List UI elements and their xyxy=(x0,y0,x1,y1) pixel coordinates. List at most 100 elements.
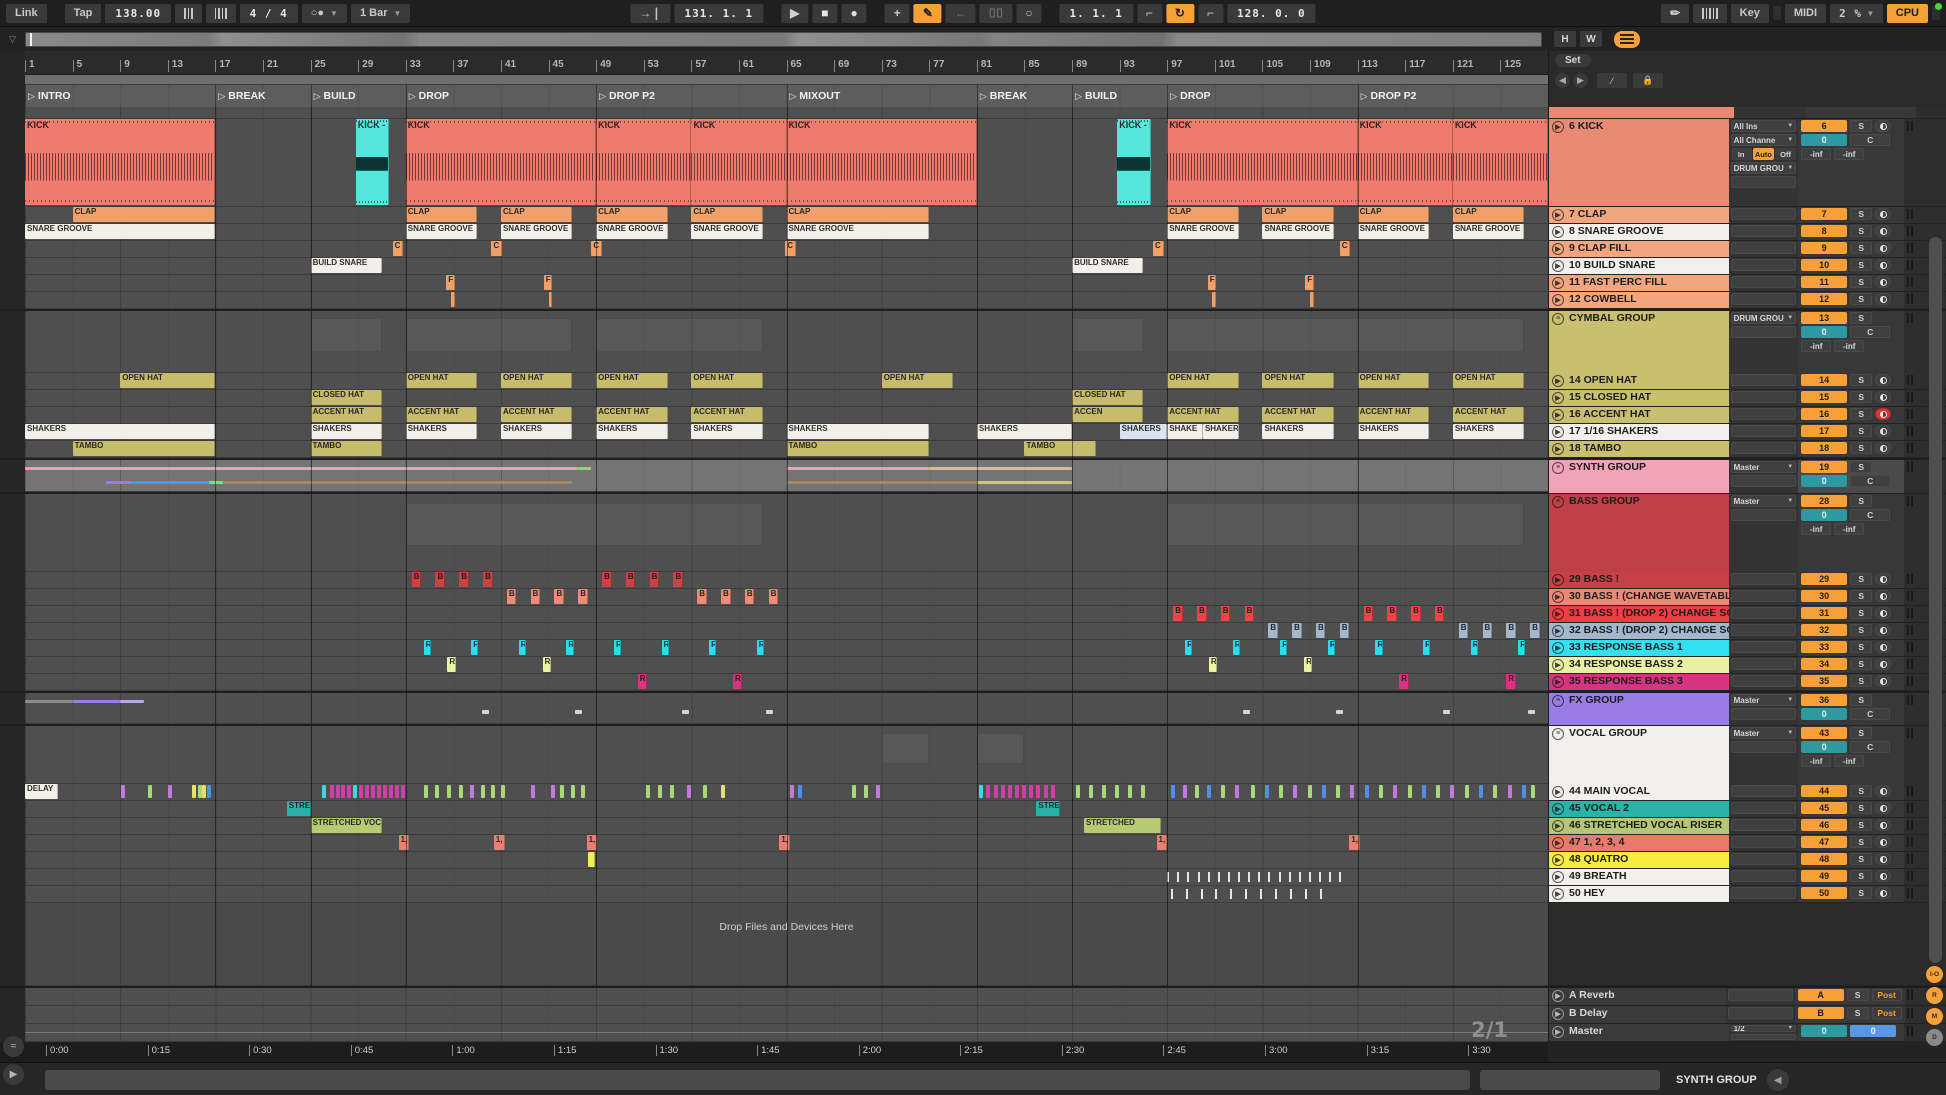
loop-length-field[interactable]: 128. 0. 0 xyxy=(1227,4,1316,23)
clip[interactable]: R xyxy=(1328,640,1335,655)
solo-button[interactable]: S xyxy=(1850,836,1872,848)
clip[interactable]: B xyxy=(745,589,755,604)
track-name[interactable]: ▶46 STRETCHED VOCAL RISER xyxy=(1549,818,1729,834)
track-play-icon[interactable]: ▶ xyxy=(1552,837,1564,849)
vocal-stripe-clip[interactable] xyxy=(481,785,485,798)
response-bass-1-lane[interactable]: RRRRRRRRRRRRRRRR xyxy=(25,640,1548,657)
solo-button[interactable]: S xyxy=(1850,853,1872,865)
clip[interactable]: SNARE GROOVE xyxy=(1262,224,1333,239)
vocal-stripe-clip[interactable] xyxy=(1102,785,1106,798)
solo-button[interactable]: S xyxy=(1850,208,1872,220)
mixer-section-toggle-i-o[interactable]: I-O xyxy=(1926,966,1943,983)
audio-tick-clip[interactable] xyxy=(1290,889,1292,899)
fast-perc-fill-lane[interactable]: FFFF xyxy=(25,275,1548,292)
clip[interactable]: R xyxy=(1423,640,1430,655)
solo-button[interactable]: S xyxy=(1850,259,1872,271)
clip[interactable]: SNARE GROOVE xyxy=(25,224,215,239)
audio-tick-clip[interactable] xyxy=(1228,872,1230,882)
solo-button[interactable]: S xyxy=(1850,802,1872,814)
vocal-stripe-clip[interactable] xyxy=(1044,785,1048,798)
vocal-stripe-clip[interactable] xyxy=(365,785,369,798)
return-badge[interactable]: B xyxy=(1798,1007,1844,1019)
clip[interactable]: CLAP xyxy=(1167,207,1238,222)
track-name[interactable]: ▶32 BASS ! (DROP 2) CHANGE SOU xyxy=(1549,623,1729,639)
clip[interactable]: OPEN HAT xyxy=(596,373,667,388)
solo-button[interactable]: S xyxy=(1850,573,1872,585)
track-activator-button[interactable] xyxy=(1875,785,1891,797)
track-activator-button[interactable] xyxy=(1875,836,1891,848)
track-number-badge[interactable]: 32 xyxy=(1801,624,1847,636)
response-bass-3-lane[interactable]: RRRR xyxy=(25,674,1548,691)
track-name[interactable]: ▶18 TAMBO xyxy=(1549,441,1729,457)
track-name[interactable]: ▶17 1/16 SHAKERS xyxy=(1549,424,1729,440)
meter-peak-value[interactable]: -inf xyxy=(1834,523,1864,535)
vocal-stripe-clip[interactable] xyxy=(1183,785,1187,798)
clip[interactable]: B xyxy=(1197,606,1207,621)
track-activator-button[interactable] xyxy=(1875,425,1891,437)
track-name[interactable]: ▶45 VOCAL 2 xyxy=(1549,801,1729,817)
track-activator-button[interactable] xyxy=(1875,590,1891,602)
bass-1-lane[interactable]: BBBBBBBB xyxy=(25,572,1548,589)
midi-map-button[interactable]: MIDI xyxy=(1785,4,1826,23)
synth-group-header[interactable]: ≡SYNTH GROUPMaster▼19S0C xyxy=(1548,460,1946,494)
vocal-stripe-clip[interactable] xyxy=(1493,785,1497,798)
clip[interactable]: SHAKERS xyxy=(977,424,1072,439)
volume-value[interactable]: -inf xyxy=(1801,340,1831,352)
bass-2-header[interactable]: ▶30 BASS ! (CHANGE WAVETABLE)30S xyxy=(1548,589,1946,606)
mini-dash-clip[interactable] xyxy=(575,710,582,714)
track-play-icon[interactable]: ▶ xyxy=(1552,854,1564,866)
audio-tick-clip[interactable] xyxy=(1186,889,1188,899)
solo-button[interactable]: S xyxy=(1850,675,1872,687)
pan-value[interactable]: 0 xyxy=(1801,741,1847,753)
clip[interactable]: R xyxy=(1399,674,1409,689)
clap-lane[interactable]: CLAPCLAPCLAPCLAPCLAPCLAPCLAPCLAPCLAPCLAP xyxy=(25,207,1548,224)
vocal-stripe-clip[interactable] xyxy=(852,785,856,798)
clip[interactable]: STRETCHED xyxy=(1084,818,1161,833)
track-number-badge[interactable]: 44 xyxy=(1801,785,1847,797)
link-button[interactable]: Link xyxy=(6,4,47,23)
volume-value[interactable]: -inf xyxy=(1801,523,1831,535)
breath-header[interactable]: ▶49 BREATH49S xyxy=(1548,869,1946,886)
vocal-stripe-clip[interactable] xyxy=(1465,785,1469,798)
meter-peak-value[interactable]: -inf xyxy=(1834,340,1864,352)
metronome-button[interactable]: ○●▼ xyxy=(302,4,347,23)
quatro-header[interactable]: ▶48 QUATRO48S xyxy=(1548,852,1946,869)
track-number-badge[interactable]: 19 xyxy=(1801,461,1847,473)
vocal-stripe-clip[interactable] xyxy=(1089,785,1093,798)
fx-group-lane[interactable] xyxy=(25,693,1548,724)
locator-marker[interactable]: ▷DROP xyxy=(1167,85,1210,107)
track-play-icon[interactable]: ▶ xyxy=(1552,121,1564,133)
record-button[interactable]: ● xyxy=(842,4,867,23)
clip[interactable] xyxy=(451,292,455,307)
track-activator-button[interactable] xyxy=(1875,242,1891,254)
clip[interactable]: R xyxy=(757,640,764,655)
vertical-scrollbar[interactable] xyxy=(1929,237,1942,963)
track-play-icon[interactable]: ▶ xyxy=(1552,990,1564,1002)
vocal-stripe-clip[interactable] xyxy=(1279,785,1283,798)
vocal-stripe-clip[interactable] xyxy=(1195,785,1199,798)
pan-center-button[interactable]: C xyxy=(1850,134,1890,146)
clip[interactable]: SHAKERS xyxy=(691,424,762,439)
track-play-icon[interactable]: ▶ xyxy=(1552,888,1564,900)
audio-tick-clip[interactable] xyxy=(1245,889,1247,899)
clip[interactable]: B xyxy=(650,572,660,587)
clip[interactable]: CLAP xyxy=(501,207,572,222)
track-name[interactable]: ≡CYMBAL GROUP xyxy=(1549,311,1729,374)
input-channel-chooser[interactable]: All Channe▼ xyxy=(1731,134,1797,146)
clip[interactable]: SNARE GROOVE xyxy=(1358,224,1429,239)
clip[interactable]: R xyxy=(638,674,648,689)
vocal-stripe-clip[interactable] xyxy=(198,785,202,798)
audio-tick-clip[interactable] xyxy=(1177,872,1179,882)
track-play-icon[interactable]: ▶ xyxy=(1552,392,1564,404)
track-activator-button[interactable] xyxy=(1875,442,1891,454)
track-number-badge[interactable]: 14 xyxy=(1801,374,1847,386)
cowbell-header[interactable]: ▶12 COWBELL12S xyxy=(1548,292,1946,309)
vocal-stripe-clip[interactable] xyxy=(207,785,211,798)
follow-button[interactable]: →❘ xyxy=(630,4,670,23)
audio-tick-clip[interactable] xyxy=(1218,872,1220,882)
group-fold-icon[interactable]: ≡ xyxy=(1552,462,1564,474)
drop-area-header[interactable] xyxy=(1548,903,1946,986)
bass-1-header[interactable]: ▶29 BASS !29S xyxy=(1548,572,1946,589)
mixer-section-toggle-r[interactable]: R xyxy=(1926,987,1943,1004)
clip[interactable]: OPEN HAT xyxy=(691,373,762,388)
